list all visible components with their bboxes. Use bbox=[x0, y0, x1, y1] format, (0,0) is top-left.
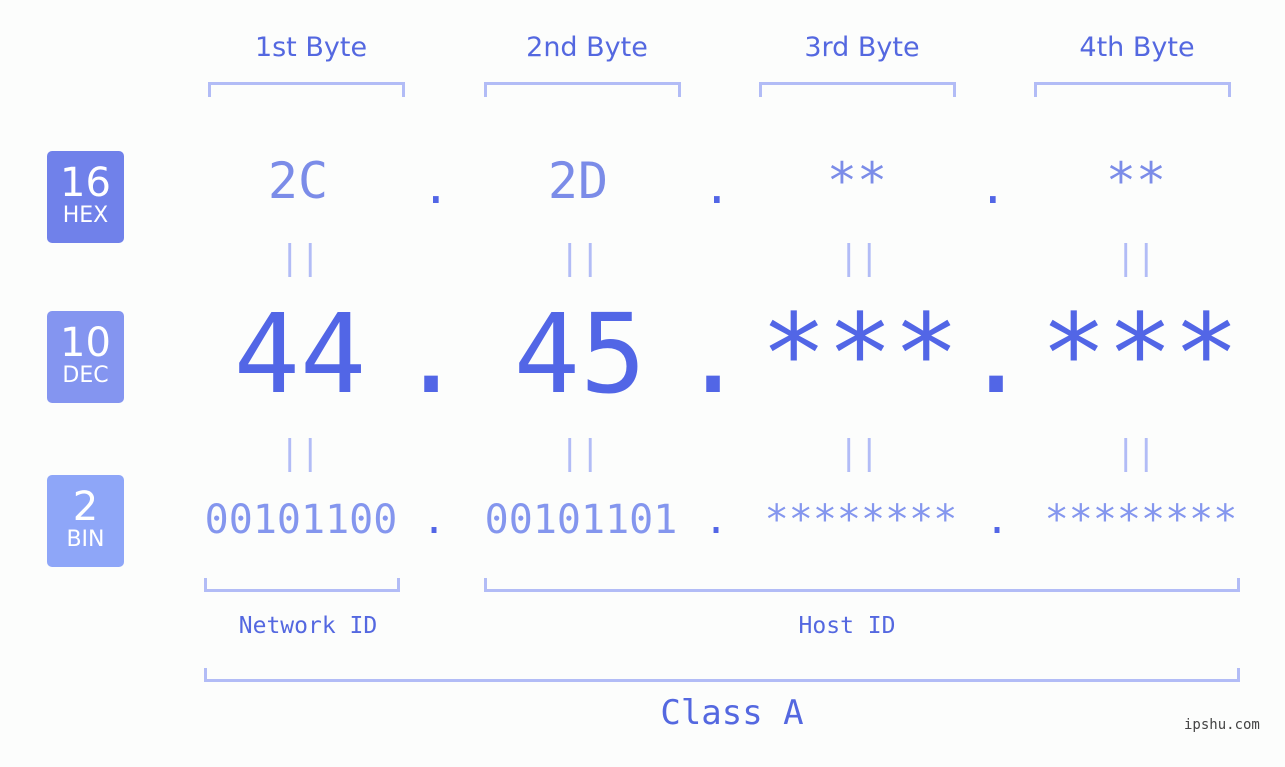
host-id-bracket bbox=[484, 578, 1240, 592]
host-id-label: Host ID bbox=[798, 613, 896, 639]
byte-bracket-2 bbox=[484, 82, 681, 97]
dec-badge-base: 10 bbox=[60, 320, 111, 366]
bin-dot-2: . bbox=[704, 497, 729, 543]
dec-byte-1: 44 bbox=[233, 290, 367, 418]
equals-sign: || bbox=[279, 238, 321, 278]
dec-byte-2: 45 bbox=[513, 290, 647, 418]
dec-badge-label: DEC bbox=[62, 363, 109, 388]
dec-byte-4: *** bbox=[1040, 290, 1240, 418]
equals-sign: || bbox=[1115, 433, 1157, 473]
hex-byte-4: ** bbox=[1105, 152, 1167, 210]
watermark: ipshu.com bbox=[1184, 717, 1260, 733]
byte-bracket-3 bbox=[759, 82, 956, 97]
equals-sign: || bbox=[1115, 238, 1157, 278]
byte-header-4: 4th Byte bbox=[1079, 32, 1195, 63]
equals-sign: || bbox=[559, 238, 601, 278]
bin-dot-3: . bbox=[985, 497, 1010, 543]
hex-badge-label: HEX bbox=[62, 203, 109, 228]
dec-dot-2: . bbox=[680, 290, 747, 418]
bin-badge-base: 2 bbox=[72, 484, 99, 530]
hex-dot-1: . bbox=[422, 160, 450, 214]
byte-header-1: 1st Byte bbox=[254, 32, 368, 63]
bin-dot-1: . bbox=[422, 497, 447, 543]
bin-byte-2: 00101101 bbox=[484, 497, 678, 543]
hex-badge-base: 16 bbox=[60, 160, 111, 206]
dec-byte-3: *** bbox=[760, 290, 960, 418]
hex-dot-2: . bbox=[703, 160, 731, 214]
bin-badge-label: BIN bbox=[66, 527, 105, 552]
equals-sign: || bbox=[838, 238, 880, 278]
byte-bracket-1 bbox=[208, 82, 405, 97]
equals-sign: || bbox=[559, 433, 601, 473]
dec-dot-3: . bbox=[963, 290, 1030, 418]
hex-byte-3: ** bbox=[826, 152, 888, 210]
hex-byte-2: 2D bbox=[547, 152, 609, 210]
equals-sign: || bbox=[279, 433, 321, 473]
byte-header-3: 3rd Byte bbox=[804, 32, 920, 63]
network-id-label: Network ID bbox=[238, 613, 378, 639]
hex-byte-1: 2C bbox=[267, 152, 329, 210]
network-id-bracket bbox=[204, 578, 400, 592]
dec-badge: 10 DEC bbox=[47, 311, 124, 403]
dec-dot-1: . bbox=[398, 290, 465, 418]
class-label: Class A bbox=[660, 693, 804, 733]
bin-badge: 2 BIN bbox=[47, 475, 124, 567]
bin-byte-3: ******** bbox=[764, 497, 958, 543]
bin-byte-1: 00101100 bbox=[204, 497, 398, 543]
hex-dot-3: . bbox=[979, 160, 1007, 214]
equals-sign: || bbox=[838, 433, 880, 473]
class-bracket bbox=[204, 668, 1240, 682]
bin-byte-4: ******** bbox=[1044, 497, 1238, 543]
hex-badge: 16 HEX bbox=[47, 151, 124, 243]
byte-bracket-4 bbox=[1034, 82, 1231, 97]
byte-header-2: 2nd Byte bbox=[526, 32, 648, 63]
